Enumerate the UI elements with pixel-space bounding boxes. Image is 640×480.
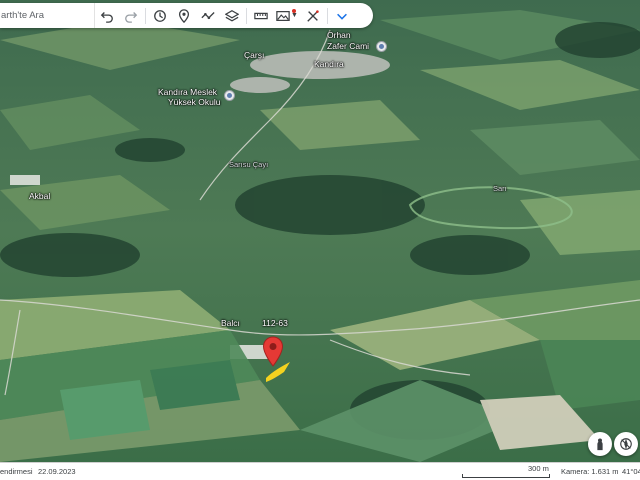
satellite-terrain <box>0 0 640 462</box>
toolbar-divider <box>145 7 146 24</box>
label-school-line2[interactable]: Yüksek Okulu <box>168 98 220 107</box>
notification-dot <box>292 9 296 13</box>
chevron-down-icon: ▼ <box>291 12 298 19</box>
pegman-street-view-button[interactable] <box>588 432 612 456</box>
label-sarisu-right: Sarı <box>493 184 507 193</box>
imagery-date: 22.09.2023 <box>38 467 76 476</box>
label-road-number: 112-63 <box>262 318 288 328</box>
collapse-icon[interactable] <box>330 3 354 28</box>
toolbar-divider <box>246 7 247 24</box>
layers-icon[interactable] <box>220 3 244 28</box>
image-icon[interactable]: ▼ <box>273 3 301 28</box>
label-zafer-cami[interactable]: Zafer Cami <box>327 42 369 51</box>
label-carsi: Çarşı <box>244 50 265 60</box>
status-left-text: endirmesi <box>0 467 33 476</box>
map-view[interactable] <box>0 0 640 462</box>
location-pin-icon[interactable] <box>262 336 284 368</box>
label-balci: Balcı <box>221 318 240 328</box>
scale-label: 300 m <box>528 464 549 473</box>
compass-reset-button[interactable] <box>614 432 638 456</box>
label-sarisu-cayi: Sarısu Çayı <box>229 160 269 169</box>
coordinate-readout: 41°04 <box>622 467 640 476</box>
scale-bar <box>462 474 550 478</box>
top-toolbar: arth'te Ara ▼ <box>0 3 373 28</box>
history-icon[interactable] <box>148 3 172 28</box>
ruler-icon[interactable] <box>249 3 273 28</box>
label-akbal: Akbal <box>29 191 51 201</box>
toolbar-divider <box>327 7 328 24</box>
label-orhan: Orhan <box>327 30 351 40</box>
path-icon[interactable] <box>196 3 220 28</box>
measure-icon[interactable] <box>301 3 325 28</box>
undo-icon[interactable] <box>95 3 119 28</box>
label-school-line1[interactable]: Kandıra Meslek <box>158 88 217 97</box>
redo-icon[interactable] <box>119 3 143 28</box>
status-bar: endirmesi 22.09.2023 300 m Kamera: 1.631… <box>0 462 640 480</box>
search-placeholder: arth'te Ara <box>1 10 45 21</box>
mosque-icon[interactable] <box>376 41 387 52</box>
school-icon[interactable] <box>224 90 235 101</box>
place-pin-icon[interactable] <box>172 3 196 28</box>
label-kandira: Kandıra <box>314 59 344 69</box>
search-input[interactable]: arth'te Ara <box>0 3 95 28</box>
camera-altitude: Kamera: 1.631 m <box>561 467 619 476</box>
